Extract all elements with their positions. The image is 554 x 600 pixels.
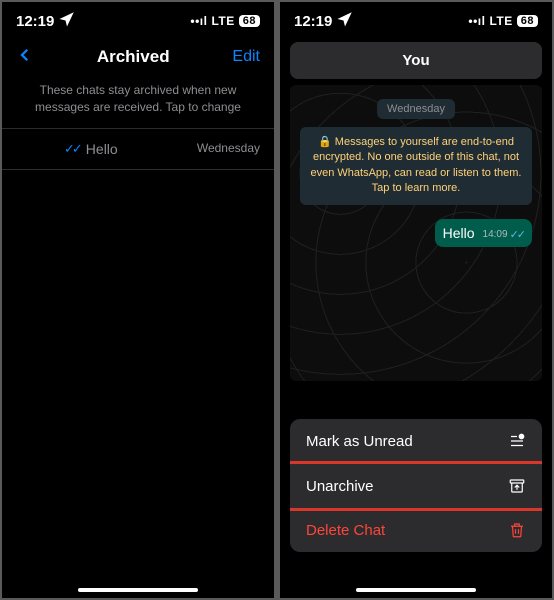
network-label: LTE xyxy=(211,14,234,28)
network-label: LTE xyxy=(489,14,512,28)
chat-day: Wednesday xyxy=(197,141,260,155)
home-indicator[interactable] xyxy=(78,588,198,592)
back-button[interactable] xyxy=(16,44,34,70)
archive-info-text[interactable]: These chats stay archived when new messa… xyxy=(2,80,274,128)
lock-icon: 🔒 xyxy=(318,136,332,148)
read-ticks-icon: ✓✓ xyxy=(510,228,524,241)
contact-header[interactable]: You xyxy=(290,42,542,79)
page-title: Archived xyxy=(97,47,170,67)
location-icon xyxy=(58,10,76,32)
chat-background[interactable]: Wednesday 🔒 Messages to yourself are end… xyxy=(290,85,542,381)
battery-level: 68 xyxy=(239,15,260,27)
status-time: 12:19 xyxy=(16,13,54,30)
status-bar: 12:19 ••ıl LTE 68 xyxy=(280,2,552,36)
message-time: 14:09 xyxy=(483,229,508,240)
phone-chat-actions: 12:19 ••ıl LTE 68 You Wednesday 🔒 Messag… xyxy=(280,2,552,598)
outgoing-message-bubble[interactable]: Hello 14:09 ✓✓ xyxy=(435,219,532,247)
context-menu: Mark as Unread Unarchive Delete Chat xyxy=(290,419,542,552)
delete-chat-button[interactable]: Delete Chat xyxy=(290,508,542,552)
signal-icon: ••ıl xyxy=(468,14,485,28)
delete-chat-label: Delete Chat xyxy=(306,522,385,539)
location-icon xyxy=(336,10,354,32)
nav-bar: Archived Edit xyxy=(2,36,274,80)
day-separator: Wednesday xyxy=(377,99,455,119)
encryption-text: Messages to yourself are end-to-end encr… xyxy=(311,136,522,194)
unarchive-highlight: Unarchive xyxy=(290,461,542,511)
unarchive-button[interactable]: Unarchive xyxy=(290,464,542,508)
unread-icon xyxy=(508,432,526,450)
battery-level: 68 xyxy=(517,15,538,27)
chat-preview: Hello xyxy=(86,141,118,157)
read-ticks-icon: ✓✓ xyxy=(64,141,80,157)
mark-unread-button[interactable]: Mark as Unread xyxy=(290,419,542,464)
trash-icon xyxy=(508,521,526,539)
message-text: Hello xyxy=(443,225,475,241)
mark-unread-label: Mark as Unread xyxy=(306,433,413,450)
phone-archived-list: 12:19 ••ıl LTE 68 Archived Edit These ch… xyxy=(2,2,274,598)
archived-chat-row[interactable]: ✓✓ Hello Wednesday xyxy=(2,128,274,170)
status-bar: 12:19 ••ıl LTE 68 xyxy=(2,2,274,36)
unarchive-label: Unarchive xyxy=(306,478,374,495)
home-indicator[interactable] xyxy=(356,588,476,592)
unarchive-icon xyxy=(508,477,526,495)
edit-button[interactable]: Edit xyxy=(232,48,260,66)
signal-icon: ••ıl xyxy=(190,14,207,28)
status-time: 12:19 xyxy=(294,13,332,30)
encryption-notice[interactable]: 🔒 Messages to yourself are end-to-end en… xyxy=(300,127,532,205)
